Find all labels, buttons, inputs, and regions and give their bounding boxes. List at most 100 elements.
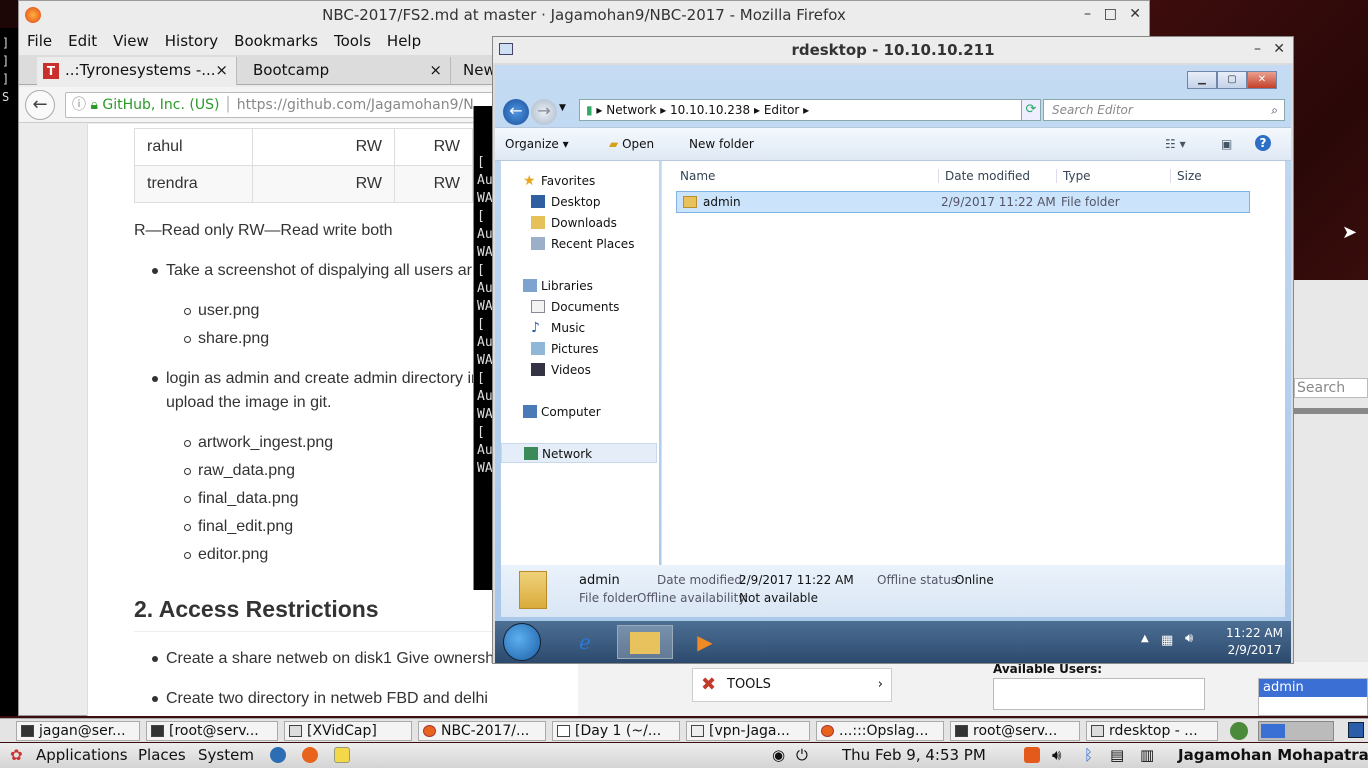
assigned-users-list[interactable]: admin [1258, 678, 1368, 716]
tab-close-icon[interactable]: × [429, 57, 442, 83]
sidebar-item-documents[interactable]: Documents [501, 297, 657, 317]
sidebar-item-downloads[interactable]: Downloads [501, 213, 657, 233]
tray-up-icon[interactable]: ▲ [1141, 633, 1149, 644]
sidebar-item-computer[interactable]: Computer [501, 402, 657, 422]
sidebar-item-network[interactable]: Network [501, 443, 657, 463]
menu-edit[interactable]: Edit [68, 29, 97, 53]
workspace-1[interactable] [1261, 724, 1285, 738]
volume-icon[interactable]: 🔊︎ [1185, 631, 1193, 646]
list-item: Create a share netweb on disk1 Give owne… [166, 650, 495, 667]
search-input[interactable]: Search Editor ⌕ [1043, 99, 1285, 121]
record-icon[interactable]: ◉ [772, 743, 785, 768]
close-button[interactable]: ✕ [1129, 6, 1141, 22]
terminal-window-left[interactable]: ]]] S [0, 28, 18, 716]
menu-view[interactable]: View [113, 29, 149, 53]
task-editor[interactable]: [Day 1 (~/... [552, 721, 680, 741]
places-menu[interactable]: Places [138, 743, 186, 768]
tab-bootcamp[interactable]: Bootcamp × [245, 57, 451, 85]
search-icon[interactable]: ⌕ [1271, 100, 1278, 120]
sidebar-item-favorites[interactable]: ★ Favorites [501, 171, 657, 191]
address-bar[interactable]: ▮ ▸ Network ▸ 10.10.10.238 ▸ Editor ▸ ▼ [579, 99, 1039, 121]
battery-icon[interactable]: ▥ [1140, 743, 1154, 768]
tab-close-icon[interactable]: × [215, 57, 228, 83]
volume-icon[interactable]: 🔊︎ [1052, 743, 1061, 768]
close-button[interactable]: ✕ [1273, 41, 1285, 57]
organize-button[interactable]: Organize ▾ [505, 137, 569, 151]
help-icon[interactable]: ? [1255, 135, 1271, 151]
power-icon[interactable]: ⏻ [796, 743, 808, 768]
refresh-icon[interactable]: ⟳ [1021, 99, 1041, 121]
task-opslag[interactable]: ...:::Opslag... [816, 721, 944, 741]
open-button[interactable]: ▰ Open [609, 137, 654, 151]
column-header-name[interactable]: Name [680, 169, 715, 183]
menu-file[interactable]: File [27, 29, 52, 53]
sidebar-item-libraries[interactable]: Libraries [501, 276, 657, 296]
breadcrumb-host[interactable]: 10.10.10.238 [670, 103, 750, 117]
back-button[interactable]: ← [25, 90, 55, 120]
internet-explorer-icon[interactable]: ℯ [557, 625, 613, 659]
task-terminal-root2[interactable]: root@serv... [950, 721, 1080, 741]
new-folder-button[interactable]: New folder [689, 137, 754, 151]
menu-help[interactable]: Help [387, 29, 421, 53]
media-player-icon[interactable]: ▶ [677, 625, 733, 659]
bluetooth-icon[interactable]: ᛒ [1084, 743, 1093, 768]
maximize-button[interactable]: □ [1104, 6, 1117, 22]
tools-menu-item[interactable]: ✖ TOOLS › [692, 668, 892, 702]
list-item-admin[interactable]: admin [1259, 679, 1367, 697]
menu-history[interactable]: History [165, 29, 218, 53]
column-header-date[interactable]: Date modified [938, 169, 1030, 183]
network-tray-icon[interactable]: ▦ [1161, 633, 1173, 648]
search-field[interactable]: Search [1294, 378, 1368, 398]
url-bar[interactable]: ⓘ 🔒︎ GitHub, Inc. (US) │ https://github.… [65, 92, 525, 118]
sidebar-item-music[interactable]: ♪ Music [501, 318, 657, 338]
close-button[interactable]: ✕ [1247, 71, 1277, 89]
task-vpn[interactable]: [vpn-Jaga... [686, 721, 810, 741]
bullet [152, 656, 158, 662]
sidebar-item-desktop[interactable]: Desktop [501, 192, 657, 212]
recent-places-icon [531, 237, 545, 250]
sidebar-item-recent-places[interactable]: Recent Places [501, 234, 657, 254]
maximize-button[interactable]: ▢ [1217, 71, 1247, 89]
task-terminal-jagan[interactable]: jagan@ser... [16, 721, 140, 741]
task-terminal-root[interactable]: [root@serv... [146, 721, 278, 741]
system-menu[interactable]: System [198, 743, 254, 768]
task-rdesktop[interactable]: rdesktop - ... [1086, 721, 1218, 741]
available-users-list[interactable] [993, 678, 1205, 710]
back-button[interactable]: ← [503, 99, 529, 125]
table-row[interactable]: admin 2/9/2017 11:22 AM File folder [676, 191, 1250, 213]
libraries-icon [523, 279, 537, 292]
breadcrumb-network[interactable]: Network [606, 103, 656, 117]
minimize-button[interactable]: – [1084, 6, 1091, 22]
workspace-switcher[interactable] [1258, 721, 1334, 741]
breadcrumb-editor[interactable]: Editor [764, 103, 800, 117]
show-desktop-icon[interactable] [1348, 722, 1364, 738]
task-xvidcap[interactable]: [XVidCap] [284, 721, 412, 741]
sidebar-item-pictures[interactable]: Pictures [501, 339, 657, 359]
minimize-button[interactable]: ▁ [1187, 71, 1217, 89]
info-icon[interactable]: ⓘ [72, 97, 86, 113]
preview-pane-icon[interactable]: ▣ [1221, 137, 1232, 151]
column-header-type[interactable]: Type [1056, 169, 1091, 183]
network-icon[interactable]: ▤ [1110, 743, 1124, 768]
menu-bookmarks[interactable]: Bookmarks [234, 29, 318, 53]
minimize-button[interactable]: – [1254, 41, 1261, 57]
notes-launcher-icon[interactable] [334, 747, 350, 763]
clock[interactable]: 11:22 AM 2/9/2017 [1226, 625, 1283, 659]
history-dropdown-icon[interactable]: ▼ [559, 103, 566, 113]
sidebar-item-videos[interactable]: Videos [501, 360, 657, 380]
update-icon[interactable] [1024, 747, 1040, 763]
task-firefox[interactable]: NBC-2017/... [418, 721, 546, 741]
launcher-icon[interactable] [270, 747, 286, 763]
globe-icon[interactable] [1230, 722, 1248, 740]
start-button[interactable] [503, 623, 541, 661]
applications-menu[interactable]: Applications [36, 743, 128, 768]
tab-tyronesystems[interactable]: T ..:Tyronesystems -... × [37, 57, 237, 85]
view-options-icon[interactable]: ☷ ▾ [1165, 137, 1186, 151]
column-header-size[interactable]: Size [1170, 169, 1202, 183]
firefox-launcher-icon[interactable] [302, 747, 318, 763]
forward-button[interactable]: → [531, 99, 557, 125]
user-name[interactable]: Jagamohan Mohapatra [1178, 743, 1368, 768]
explorer-taskbar-icon[interactable] [617, 625, 673, 659]
clock[interactable]: Thu Feb 9, 4:53 PM [842, 743, 986, 768]
menu-tools[interactable]: Tools [334, 29, 371, 53]
